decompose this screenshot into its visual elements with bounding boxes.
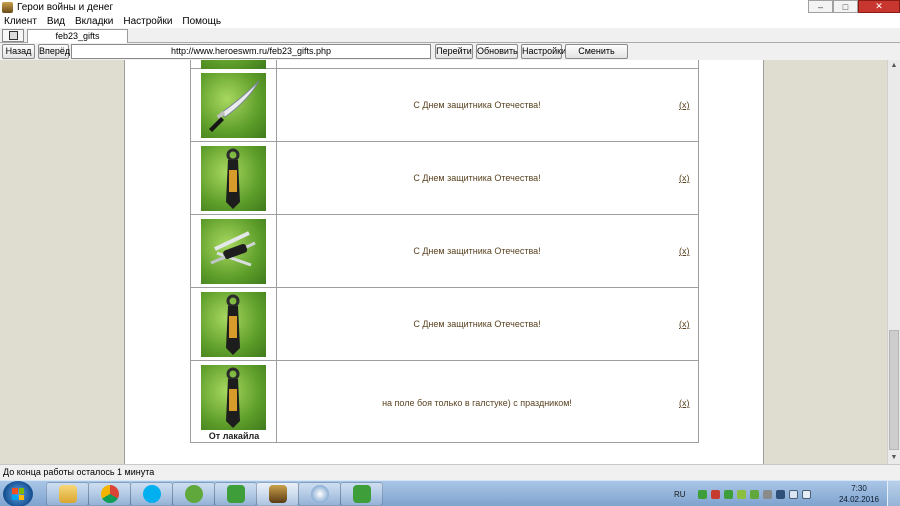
utorrent-icon (184, 485, 203, 503)
tray-app-icon[interactable] (697, 489, 707, 499)
explorer-icon (58, 485, 77, 503)
taskbar-spiral-app[interactable] (298, 482, 341, 506)
go-button[interactable]: Перейти (435, 44, 473, 59)
tray-app-icon[interactable] (710, 489, 720, 499)
scroll-thumb[interactable] (889, 330, 899, 450)
clock-time: 7:30 (851, 484, 867, 493)
multitool-icon (201, 219, 266, 284)
forward-button[interactable]: Вперёд (38, 44, 70, 59)
gift-list: С Днем защитника Отечества! (x) С Днем з… (190, 60, 699, 443)
switch-player-button[interactable]: Сменить игрока (565, 44, 628, 69)
taskbar-utorrent[interactable] (172, 482, 215, 506)
address-input[interactable]: http://www.heroeswm.ru/feb23_gifts.php (71, 44, 431, 59)
page-content: С Днем защитника Отечества! (x) С Днем з… (124, 60, 764, 464)
status-bar: До конца работы осталось 1 минута (0, 464, 900, 480)
tray-app-icon[interactable] (736, 489, 746, 499)
gift-message: С Днем защитника Отечества! (413, 246, 541, 256)
flag-icon[interactable] (801, 489, 811, 499)
tab-feb23-gifts[interactable]: feb23_gifts (27, 29, 128, 43)
gift-row: С Днем защитника Отечества! (x) (191, 142, 698, 215)
tray-app-icon[interactable] (749, 489, 759, 499)
evernote-icon (226, 485, 245, 503)
remove-gift-link[interactable]: (x) (679, 398, 690, 408)
app-spiral-icon (310, 485, 329, 503)
minimize-button[interactable]: – (808, 0, 833, 13)
remove-gift-link[interactable]: (x) (679, 246, 690, 256)
gift-message: на поле боя только в галстуке) с праздни… (382, 398, 572, 408)
title-bar: Герои войны и денег – □ ✕ (0, 0, 900, 14)
taskbar-chrome[interactable] (88, 482, 131, 506)
show-desktop-button[interactable] (887, 481, 900, 506)
gift-row: С Днем защитника Отечества! (x) (191, 215, 698, 288)
back-button[interactable]: Назад (2, 44, 35, 59)
window-title: Герои войны и денег (17, 1, 114, 13)
maximize-button[interactable]: □ (833, 0, 858, 13)
tie-icon (201, 146, 266, 211)
gift-sender: От лакайла (208, 431, 260, 441)
close-button[interactable]: ✕ (858, 0, 900, 13)
gift-row: С Днем защитника Отечества! (x) (191, 69, 698, 142)
gift-message: С Днем защитника Отечества! (413, 173, 541, 183)
floppy-disk-icon (8, 31, 18, 40)
gift-message: С Днем защитника Отечества! (413, 100, 541, 110)
windows-logo-icon (12, 488, 24, 500)
tie-icon (201, 365, 266, 430)
clock-date: 24.02.2016 (838, 495, 880, 504)
language-indicator[interactable]: RU (674, 490, 686, 499)
taskbar-evernote[interactable] (214, 482, 257, 506)
app-icon (2, 1, 13, 13)
menu-client[interactable]: Клиент (0, 16, 42, 27)
taskbar-heroes-game[interactable] (256, 482, 299, 506)
tray-app-icon[interactable] (762, 489, 772, 499)
clock[interactable]: 7:30 24.02.2016 (836, 483, 882, 505)
network-icon[interactable] (775, 489, 785, 499)
taskbar: RU 7:30 24.02.2016 (0, 480, 900, 506)
menu-settings[interactable]: Настройки (118, 16, 177, 27)
skype-icon (142, 485, 161, 503)
tie-icon (201, 292, 266, 357)
start-button[interactable] (3, 481, 33, 506)
window-controls: – □ ✕ (808, 0, 900, 13)
menu-help[interactable]: Помощь (177, 16, 226, 27)
taskbar-evernote-2[interactable] (340, 482, 383, 506)
page-scrollbar[interactable]: ▲ ▼ (887, 60, 900, 464)
refresh-button[interactable]: Обновить (476, 44, 518, 59)
gift-row: С Днем защитника Отечества! (x) (191, 288, 698, 361)
chrome-icon (100, 485, 119, 503)
gift-row: От лакайла на поле боя только в галстуке… (191, 361, 698, 443)
menu-view[interactable]: Вид (42, 16, 70, 27)
web-page: С Днем защитника Отечества! (x) С Днем з… (0, 60, 887, 464)
heroes-game-icon (268, 485, 287, 503)
volume-icon[interactable] (788, 489, 798, 499)
nav-toolbar: Назад Вперёд http://www.heroeswm.ru/feb2… (0, 43, 900, 69)
remove-gift-link[interactable]: (x) (679, 100, 690, 110)
tray-app-icon[interactable] (723, 489, 733, 499)
gift-image (201, 60, 266, 69)
menu-tabs[interactable]: Вкладки (70, 16, 118, 27)
system-tray: RU (674, 484, 815, 504)
knife-icon (201, 73, 266, 138)
gift-message: С Днем защитника Отечества! (413, 319, 541, 329)
taskbar-skype[interactable] (130, 482, 173, 506)
evernote-icon (352, 485, 371, 503)
remove-gift-link[interactable]: (x) (679, 173, 690, 183)
menu-bar: Клиент Вид Вкладки Настройки Помощь (0, 14, 900, 28)
taskbar-explorer[interactable] (46, 482, 89, 506)
gift-row-partial (191, 60, 698, 69)
settings-button[interactable]: Настройки (521, 44, 566, 59)
scroll-down-icon[interactable]: ▼ (888, 452, 900, 464)
scroll-up-icon[interactable]: ▲ (888, 60, 900, 72)
tab-bar: feb23_gifts (0, 28, 900, 43)
remove-gift-link[interactable]: (x) (679, 319, 690, 329)
save-tab-button[interactable] (2, 29, 24, 42)
